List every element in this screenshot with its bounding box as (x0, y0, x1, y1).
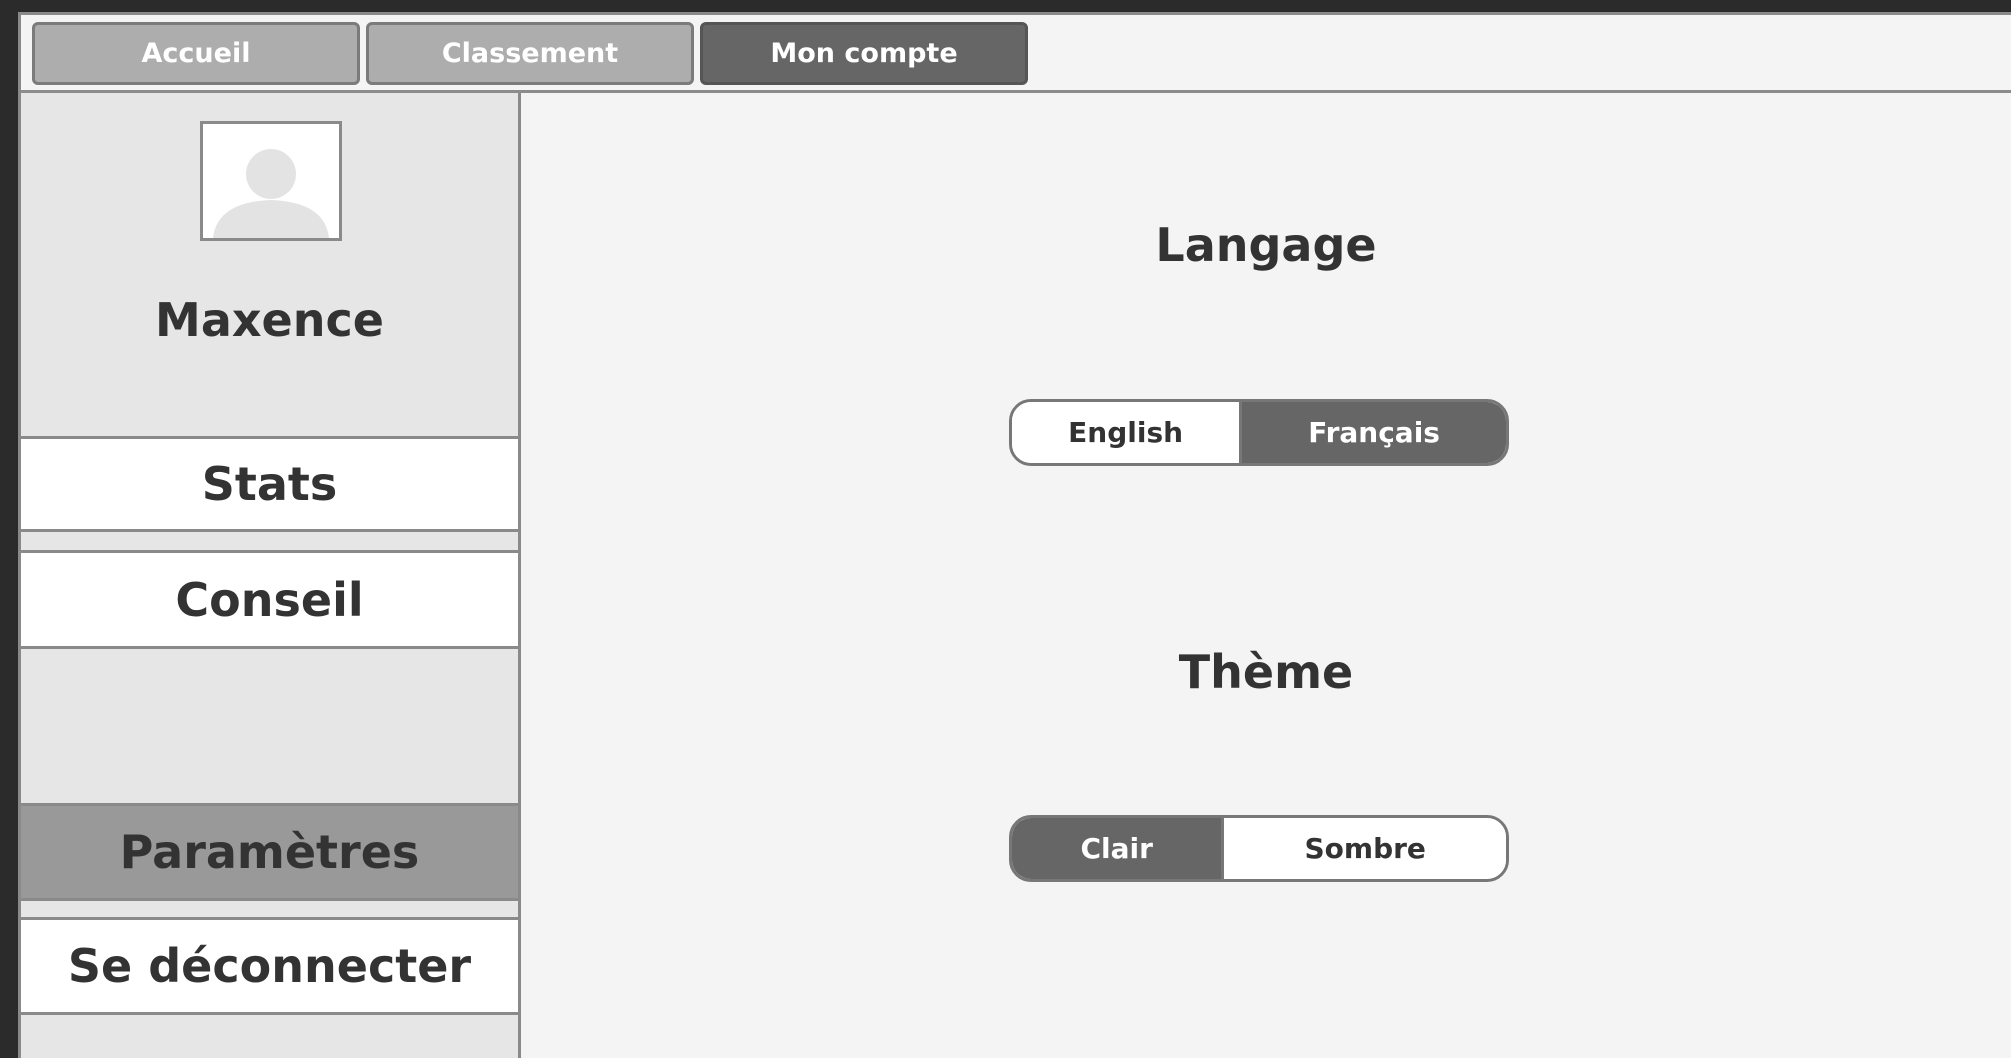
language-heading: Langage (1155, 218, 1377, 272)
theme-heading: Thème (1178, 645, 1354, 699)
sidebar: Maxence Stats Conseil Paramètres Se déco… (21, 93, 521, 1058)
language-option-francais[interactable]: Français (1242, 402, 1506, 463)
theme-option-sombre[interactable]: Sombre (1221, 818, 1506, 879)
settings-panel: Langage English Français Thème Clair Som… (521, 93, 2011, 1058)
theme-option-clair[interactable]: Clair (1012, 818, 1222, 879)
sidebar-item-se-deconnecter[interactable]: Se déconnecter (21, 917, 518, 1015)
avatar (200, 121, 342, 241)
tab-classement[interactable]: Classement (366, 22, 694, 85)
user-name: Maxence (155, 293, 384, 347)
sidebar-item-stats[interactable]: Stats (21, 436, 518, 532)
tab-bar: Accueil Classement Mon compte (21, 15, 2011, 93)
language-toggle: English Français (1009, 399, 1509, 466)
app-window: Accueil Classement Mon compte Maxence St… (18, 12, 2011, 1058)
sidebar-item-conseil[interactable]: Conseil (21, 550, 518, 649)
tab-accueil[interactable]: Accueil (32, 22, 360, 85)
tab-mon-compte[interactable]: Mon compte (700, 22, 1028, 85)
sidebar-item-parametres[interactable]: Paramètres (21, 803, 518, 901)
user-placeholder-icon (213, 149, 329, 238)
language-option-english[interactable]: English (1012, 402, 1243, 463)
theme-toggle: Clair Sombre (1009, 815, 1509, 882)
